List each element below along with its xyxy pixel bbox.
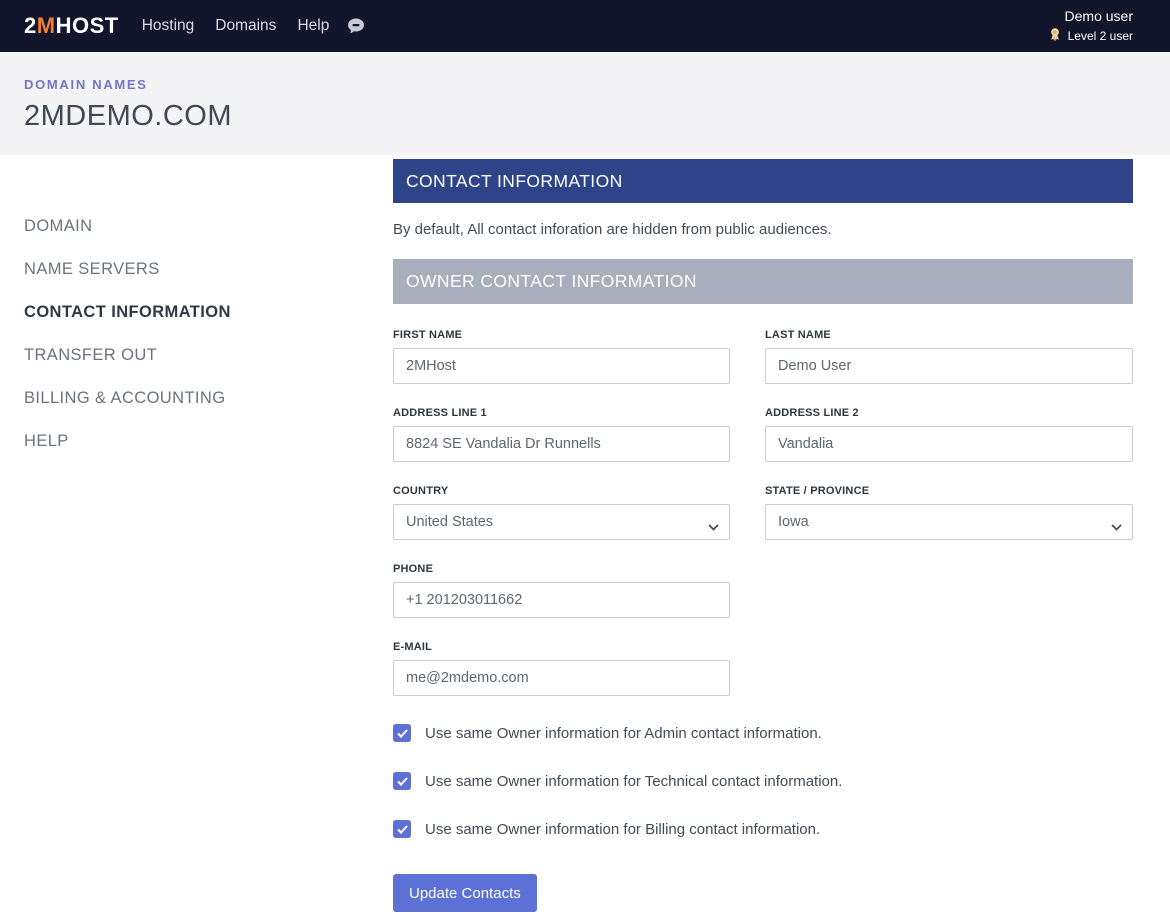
page-header: DOMAIN NAMES 2MDEMO.COM	[0, 52, 1170, 155]
address1-label: ADDRESS LINE 1	[393, 407, 730, 419]
nav-links: Hosting Domains Help	[142, 17, 330, 35]
checkbox-group: Use same Owner information for Admin con…	[393, 724, 1133, 838]
checkbox-row-admin[interactable]: Use same Owner information for Admin con…	[393, 724, 1133, 742]
checkbox-row-billing[interactable]: Use same Owner information for Billing c…	[393, 820, 1133, 838]
technical-checkbox-label: Use same Owner information for Technical…	[425, 773, 842, 790]
checkbox-row-technical[interactable]: Use same Owner information for Technical…	[393, 772, 1133, 790]
privacy-note: By default, All contact inforation are h…	[393, 221, 1133, 238]
last-name-input[interactable]	[765, 348, 1133, 384]
address2-label: ADDRESS LINE 2	[765, 407, 1133, 419]
brand-prefix: 2	[24, 13, 37, 38]
billing-checkbox-label: Use same Owner information for Billing c…	[425, 821, 820, 838]
chat-bubble-icon[interactable]	[346, 16, 366, 36]
field-address2: ADDRESS LINE 2	[765, 407, 1133, 462]
field-phone: PHONE	[393, 563, 730, 618]
sidebar-item-transfer-out[interactable]: TRANSFER OUT	[24, 334, 393, 377]
main-panel: CONTACT INFORMATION By default, All cont…	[393, 155, 1133, 912]
brand-m: M	[37, 13, 56, 38]
brand-suffix: HOST	[56, 13, 119, 38]
sidebar-item-name-servers[interactable]: NAME SERVERS	[24, 248, 393, 291]
page: 2MHOST Hosting Domains Help Demo user	[0, 0, 1170, 920]
admin-checkbox[interactable]	[393, 724, 411, 742]
technical-checkbox[interactable]	[393, 772, 411, 790]
first-name-label: FIRST NAME	[393, 329, 730, 341]
breadcrumb: DOMAIN NAMES	[24, 77, 1170, 92]
field-first-name: FIRST NAME	[393, 329, 730, 384]
billing-checkbox[interactable]	[393, 820, 411, 838]
user-level-label: Level 2 user	[1068, 29, 1133, 43]
user-level: Level 2 user	[1048, 27, 1133, 45]
nav-link-help[interactable]: Help	[297, 17, 329, 35]
sidebar: DOMAIN NAME SERVERS CONTACT INFORMATION …	[0, 155, 393, 912]
phone-label: PHONE	[393, 563, 730, 575]
email-label: E-MAIL	[393, 641, 730, 653]
field-country: COUNTRY United States	[393, 485, 730, 540]
sidebar-item-billing-accounting[interactable]: BILLING & ACCOUNTING	[24, 377, 393, 420]
nav-link-hosting[interactable]: Hosting	[142, 17, 195, 35]
section-header: CONTACT INFORMATION	[393, 159, 1133, 203]
user-menu[interactable]: Demo user Level 2 user	[1048, 8, 1133, 45]
sidebar-item-domain[interactable]: DOMAIN	[24, 205, 393, 248]
medal-icon	[1048, 27, 1062, 45]
page-title: 2MDEMO.COM	[24, 100, 1170, 133]
address1-input[interactable]	[393, 426, 730, 462]
user-name: Demo user	[1048, 8, 1133, 24]
brand-logo[interactable]: 2MHOST	[24, 13, 119, 39]
nav-link-domains[interactable]: Domains	[215, 17, 276, 35]
field-address1: ADDRESS LINE 1	[393, 407, 730, 462]
country-select[interactable]: United States	[393, 504, 730, 540]
state-label: STATE / PROVINCE	[765, 485, 1133, 497]
content: DOMAIN NAME SERVERS CONTACT INFORMATION …	[0, 155, 1170, 912]
phone-input[interactable]	[393, 582, 730, 618]
sidebar-item-contact-information[interactable]: CONTACT INFORMATION	[24, 291, 393, 334]
country-label: COUNTRY	[393, 485, 730, 497]
sidebar-item-help[interactable]: HELP	[24, 420, 393, 463]
first-name-input[interactable]	[393, 348, 730, 384]
field-last-name: LAST NAME	[765, 329, 1133, 384]
last-name-label: LAST NAME	[765, 329, 1133, 341]
owner-contact-form: FIRST NAME LAST NAME ADDRESS LINE 1 ADDR	[393, 329, 1133, 912]
state-select[interactable]: Iowa	[765, 504, 1133, 540]
email-input[interactable]	[393, 660, 730, 696]
subsection-header: OWNER CONTACT INFORMATION	[393, 259, 1133, 304]
admin-checkbox-label: Use same Owner information for Admin con…	[425, 725, 822, 742]
update-contacts-button[interactable]: Update Contacts	[393, 874, 537, 912]
address2-input[interactable]	[765, 426, 1133, 462]
top-navbar: 2MHOST Hosting Domains Help Demo user	[0, 0, 1170, 52]
field-email: E-MAIL	[393, 641, 730, 696]
field-state: STATE / PROVINCE Iowa	[765, 485, 1133, 540]
